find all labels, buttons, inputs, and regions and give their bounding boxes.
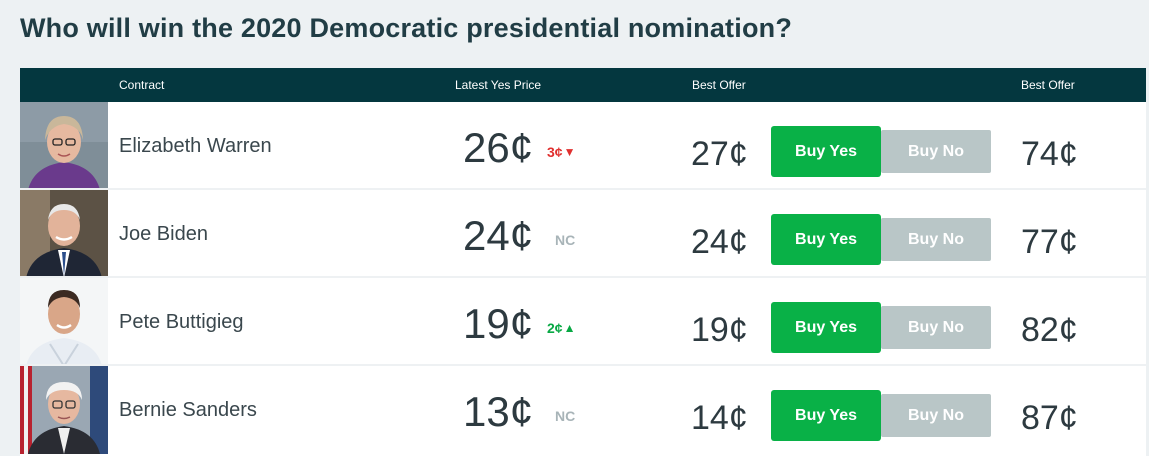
best-offer-no: 87¢ — [1021, 399, 1078, 437]
contract-name[interactable]: Bernie Sanders — [119, 366, 257, 454]
buy-yes-button[interactable]: Buy Yes — [771, 302, 881, 353]
best-offer-yes: 24¢ — [691, 223, 748, 261]
price-change: NC — [555, 408, 576, 424]
price-change: 3¢▼ — [547, 142, 575, 162]
avatar — [20, 278, 108, 366]
best-offer-yes: 27¢ — [691, 135, 748, 173]
best-offer-no: 74¢ — [1021, 135, 1078, 173]
market-table: Contract Latest Yes Price Best Offer Bes… — [20, 68, 1146, 456]
table-row: Joe Biden 24¢ NC 24¢ Buy Yes Buy No 77¢ — [20, 190, 1146, 278]
avatar — [20, 366, 108, 454]
buy-no-button[interactable]: Buy No — [881, 306, 991, 349]
header-best-offer-no: Best Offer — [1021, 78, 1075, 92]
price-change-value: 2¢ — [547, 320, 563, 336]
best-offer-yes: 14¢ — [691, 399, 748, 437]
price-change: 2¢▲ — [547, 318, 575, 338]
buy-no-button[interactable]: Buy No — [881, 218, 991, 261]
contract-name[interactable]: Joe Biden — [119, 190, 208, 278]
page-title: Who will win the 2020 Democratic preside… — [20, 13, 793, 43]
buy-yes-button[interactable]: Buy Yes — [771, 126, 881, 177]
price-change-value: 3¢ — [547, 144, 563, 160]
arrow-down-icon: ▼ — [563, 145, 576, 159]
best-offer-yes: 19¢ — [691, 311, 748, 349]
latest-yes-price: 26¢ — [463, 124, 534, 171]
contract-name[interactable]: Elizabeth Warren — [119, 102, 272, 190]
avatar — [20, 102, 108, 190]
buy-yes-button[interactable]: Buy Yes — [771, 214, 881, 265]
header-best-offer-yes: Best Offer — [692, 78, 746, 92]
table-header: Contract Latest Yes Price Best Offer Bes… — [20, 68, 1146, 102]
buy-no-button[interactable]: Buy No — [881, 394, 991, 437]
price-change: NC — [555, 232, 576, 248]
best-offer-no: 77¢ — [1021, 223, 1078, 261]
avatar — [20, 190, 108, 278]
best-offer-no: 82¢ — [1021, 311, 1078, 349]
contract-name[interactable]: Pete Buttigieg — [119, 278, 244, 366]
header-latest-yes-price: Latest Yes Price — [455, 78, 542, 92]
buy-no-button[interactable]: Buy No — [881, 130, 991, 173]
header-contract: Contract — [119, 78, 165, 92]
table-row: Pete Buttigieg 19¢ 2¢▲ 19¢ Buy Yes Buy N… — [20, 278, 1146, 366]
latest-yes-price: 19¢ — [463, 300, 534, 347]
table-row: Bernie Sanders 13¢ NC 14¢ Buy Yes Buy No… — [20, 366, 1146, 454]
arrow-up-icon: ▲ — [563, 321, 576, 335]
latest-yes-price: 13¢ — [463, 388, 534, 435]
buy-yes-button[interactable]: Buy Yes — [771, 390, 881, 441]
latest-yes-price: 24¢ — [463, 212, 534, 259]
table-row: Elizabeth Warren 26¢ 3¢▼ 27¢ Buy Yes Buy… — [20, 102, 1146, 190]
